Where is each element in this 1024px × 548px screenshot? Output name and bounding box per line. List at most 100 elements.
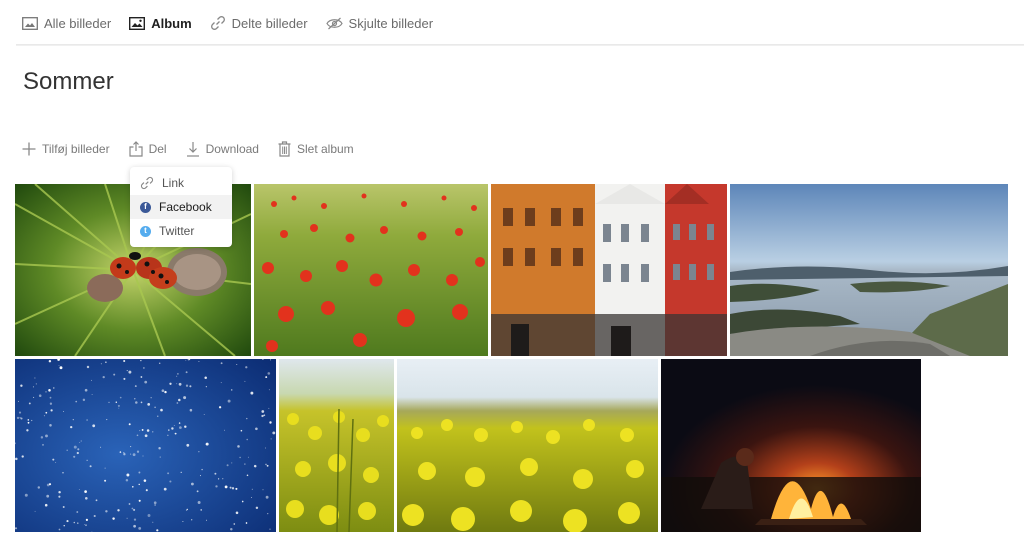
album-icon — [129, 16, 146, 30]
delete-album-button[interactable]: Slet album — [278, 141, 354, 157]
photo-stars[interactable] — [15, 359, 276, 532]
nav-label: Alle billeder — [44, 15, 112, 31]
star — [106, 419, 108, 421]
star — [164, 390, 167, 394]
star — [230, 528, 233, 531]
photo-rapeseed-2[interactable] — [397, 359, 658, 532]
star — [185, 509, 188, 511]
star — [123, 359, 126, 363]
star — [157, 415, 159, 417]
star — [77, 522, 79, 524]
star — [80, 440, 82, 442]
star — [255, 506, 259, 510]
menu-item-label: Facebook — [159, 200, 212, 214]
star — [100, 446, 102, 448]
star — [150, 397, 152, 399]
star — [190, 482, 194, 486]
star — [117, 509, 120, 512]
share-button[interactable]: Del — [128, 141, 167, 157]
star — [265, 495, 269, 499]
star — [18, 411, 22, 414]
star — [141, 428, 144, 431]
nav-hidden-photos[interactable]: Skjulte billeder — [325, 0, 433, 46]
photo-icon — [22, 16, 38, 30]
star — [247, 456, 249, 458]
star — [235, 487, 238, 490]
star — [73, 455, 76, 458]
star — [48, 359, 52, 363]
nav-all-photos[interactable]: Alle billeder — [22, 0, 111, 46]
photo-campfire[interactable] — [661, 359, 921, 532]
star — [34, 510, 36, 512]
star — [200, 509, 202, 511]
star — [78, 488, 80, 491]
photo-fjord-image — [730, 184, 1008, 356]
share-facebook-item[interactable]: f Facebook — [130, 195, 232, 219]
star — [112, 517, 115, 520]
star — [117, 404, 120, 407]
nav-shared-photos[interactable]: Delte billeder — [210, 0, 308, 46]
star — [48, 389, 51, 392]
star — [139, 430, 141, 432]
star — [177, 373, 179, 375]
star — [133, 524, 136, 528]
star — [136, 434, 139, 437]
star — [231, 487, 235, 490]
star — [140, 360, 142, 362]
star — [95, 499, 98, 502]
star — [169, 480, 172, 483]
star — [53, 387, 55, 389]
star — [246, 438, 248, 441]
star — [33, 396, 35, 398]
star — [63, 411, 65, 413]
star — [28, 402, 31, 405]
star — [85, 524, 87, 527]
star — [45, 391, 47, 393]
photo-rapeseed-1[interactable] — [279, 359, 394, 532]
star — [44, 503, 48, 507]
star — [58, 495, 61, 498]
nav-album[interactable]: Album — [129, 0, 192, 46]
star — [167, 434, 169, 436]
star — [261, 410, 265, 413]
star — [20, 417, 23, 420]
star — [135, 401, 138, 404]
share-twitter-item[interactable]: t Twitter — [130, 219, 232, 243]
star — [183, 396, 187, 400]
star — [169, 382, 172, 385]
star — [72, 418, 74, 421]
star — [230, 389, 233, 391]
download-button[interactable]: Download — [186, 141, 259, 157]
photo-poppies[interactable] — [254, 184, 488, 356]
star — [86, 459, 88, 461]
star — [32, 386, 34, 388]
star — [152, 431, 154, 433]
plus-icon — [22, 142, 36, 156]
add-photos-button[interactable]: Tilføj billeder — [22, 142, 110, 156]
star — [185, 359, 187, 361]
star — [49, 396, 52, 399]
star — [154, 504, 156, 506]
star — [118, 407, 120, 409]
photo-fjord[interactable] — [730, 184, 1008, 356]
photo-houses-image — [491, 184, 727, 356]
star — [179, 426, 182, 429]
star — [246, 474, 249, 477]
trash-icon — [278, 141, 291, 157]
star — [241, 500, 244, 503]
star — [215, 485, 218, 488]
star — [152, 521, 154, 523]
star — [267, 372, 271, 375]
photo-houses[interactable] — [491, 184, 727, 356]
download-label: Download — [205, 142, 259, 156]
star — [227, 399, 231, 403]
star — [261, 414, 264, 418]
star — [90, 379, 93, 381]
star — [253, 464, 257, 468]
star — [42, 444, 44, 446]
star — [185, 371, 188, 374]
star — [130, 453, 132, 455]
star — [86, 419, 88, 421]
share-link-item[interactable]: Link — [130, 171, 232, 195]
star — [82, 398, 86, 402]
